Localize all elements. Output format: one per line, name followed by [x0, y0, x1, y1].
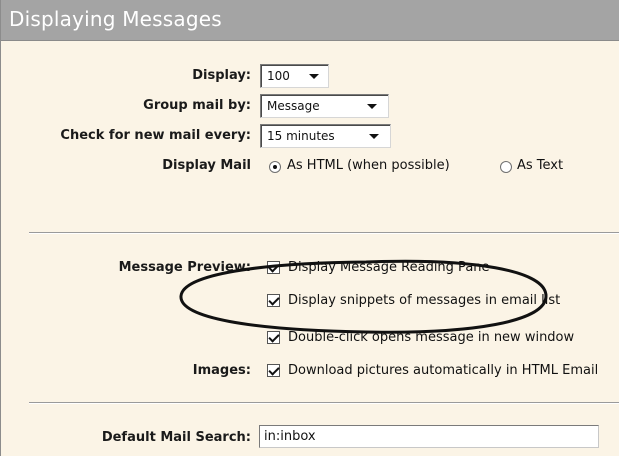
checkbox-download-pictures-label: Download pictures automatically in HTML …: [288, 363, 599, 378]
section-header: Displaying Messages: [1, 0, 619, 41]
section-title: Displaying Messages: [9, 7, 222, 31]
checkbox-reading-pane[interactable]: [267, 261, 280, 274]
display-mail-label: Display Mail: [162, 158, 251, 173]
check-mail-label: Check for new mail every:: [60, 128, 251, 143]
group-mail-by-value: Message: [267, 99, 320, 113]
default-search-label: Default Mail Search:: [101, 430, 251, 445]
display-label: Display:: [192, 68, 251, 83]
checkbox-double-click-label: Double-click opens message in new window: [288, 330, 575, 345]
checkbox-download-pictures[interactable]: [267, 364, 280, 377]
radio-as-text-label: As Text: [517, 158, 564, 173]
message-preview-label: Message Preview:: [118, 260, 251, 275]
group-mail-by-label: Group mail by:: [143, 98, 251, 113]
images-label: Images:: [192, 363, 251, 378]
display-select[interactable]: 100: [260, 64, 329, 88]
settings-panel: Displaying Messages Display: 100 Group m…: [0, 0, 619, 456]
chevron-down-icon: [309, 74, 319, 79]
check-mail-select[interactable]: 15 minutes: [260, 124, 391, 148]
checkbox-reading-pane-label: Display Message Reading Pane: [288, 260, 490, 275]
divider: [29, 232, 619, 234]
radio-as-text[interactable]: [500, 161, 512, 173]
default-search-input[interactable]: [259, 425, 599, 448]
radio-as-html[interactable]: [269, 161, 281, 173]
checkbox-double-click[interactable]: [267, 331, 280, 344]
checkbox-snippets-label: Display snippets of messages in email li…: [288, 293, 561, 308]
chevron-down-icon: [369, 134, 379, 139]
radio-as-html-label: As HTML (when possible): [287, 158, 450, 173]
divider: [29, 402, 619, 404]
display-value: 100: [267, 69, 290, 83]
chevron-down-icon: [367, 104, 377, 109]
group-mail-by-select[interactable]: Message: [260, 94, 389, 118]
check-mail-value: 15 minutes: [267, 129, 335, 143]
checkbox-snippets[interactable]: [267, 294, 280, 307]
